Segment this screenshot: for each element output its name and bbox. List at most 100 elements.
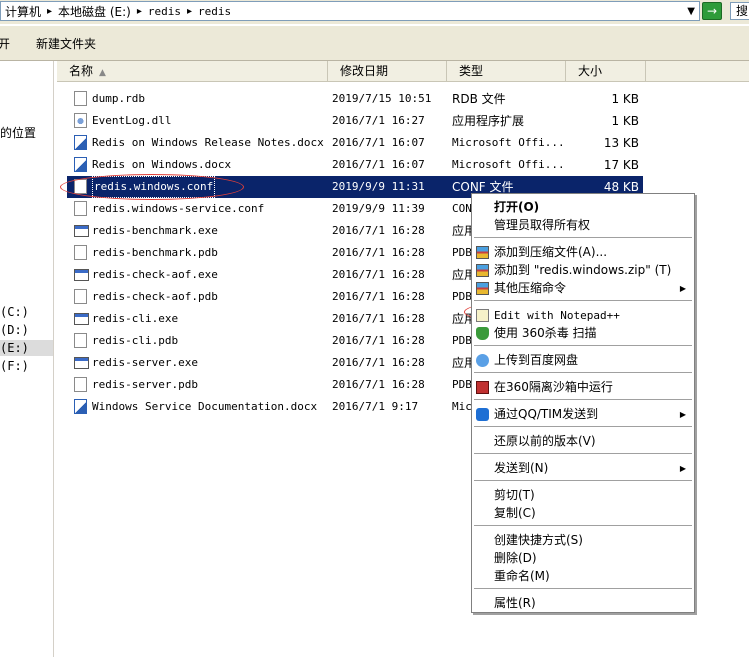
table-row[interactable]: dump.rdb 2019/7/15 10:51 RDB 文件 1 KB [67, 88, 643, 110]
menu-separator [474, 399, 692, 401]
breadcrumb-arrow-icon[interactable]: ▸ [137, 6, 142, 17]
menu-item-rename[interactable]: 重命名(M) [472, 567, 694, 586]
exe-icon [74, 225, 89, 237]
menu-copy-label: 复制(C) [494, 506, 536, 520]
column-size-label: 大小 [578, 64, 603, 78]
file-icon [74, 377, 87, 392]
table-row[interactable]: EventLog.dll 2016/7/1 16:27 应用程序扩展 1 KB [67, 110, 643, 132]
open-button[interactable]: 开 [0, 35, 16, 52]
context-menu: 打开(O) 管理员取得所有权 添加到压缩文件(A)... 添加到 "redis.… [471, 193, 695, 613]
file-size: 1 KB [611, 114, 639, 128]
file-date: 2016/7/1 16:28 [332, 290, 425, 303]
menu-shortcut-label: 创建快捷方式(S) [494, 533, 583, 547]
submenu-arrow-icon: ▶ [679, 464, 686, 473]
toolbar: 开 新建文件夹 [0, 26, 749, 61]
refresh-button[interactable]: → [702, 2, 722, 20]
file-name: EventLog.dll [92, 114, 172, 127]
winrar-icon [476, 246, 489, 259]
menu-scan-label: 使用 360杀毒 扫描 [494, 326, 597, 340]
menu-item-create-shortcut[interactable]: 创建快捷方式(S) [472, 531, 694, 550]
column-type[interactable]: 类型 [447, 61, 566, 81]
menu-restore-label: 还原以前的版本(V) [494, 434, 596, 448]
file-type: Microsoft Offi... [452, 158, 565, 171]
menu-item-upload-baidu[interactable]: 上传到百度网盘 [472, 351, 694, 370]
winrar-icon [476, 282, 489, 295]
file-date: 2016/7/1 16:28 [332, 334, 425, 347]
column-date[interactable]: 修改日期 [328, 61, 447, 81]
menu-item-open[interactable]: 打开(O) [472, 198, 694, 217]
file-date: 2016/7/1 16:28 [332, 378, 425, 391]
chevron-down-icon[interactable]: ▼ [687, 6, 695, 17]
breadcrumb-arrow-icon[interactable]: ▸ [47, 6, 52, 17]
menu-item-cut[interactable]: 剪切(T) [472, 486, 694, 505]
menu-item-add-zip[interactable]: 添加到 "redis.windows.zip" (T) [472, 261, 694, 280]
menu-separator [474, 525, 692, 527]
menu-item-delete[interactable]: 删除(D) [472, 549, 694, 568]
menu-properties-label: 属性(R) [494, 596, 536, 610]
table-row[interactable]: Redis on Windows.docx 2016/7/1 16:07 Mic… [67, 154, 643, 176]
breadcrumb-drive[interactable]: 本地磁盘 (E:) [58, 3, 131, 20]
menu-item-edit-notepadpp[interactable]: Edit with Notepad++ [472, 306, 694, 325]
file-name: redis-check-aof.pdb [92, 290, 218, 303]
menu-item-send-qq[interactable]: 通过QQ/TIM发送到 ▶ [472, 405, 694, 424]
menu-separator [474, 300, 692, 302]
notepadpp-icon [476, 309, 489, 322]
file-type: PDB [452, 378, 472, 391]
shield-icon [476, 327, 489, 340]
menu-item-sandbox[interactable]: 在360隔离沙箱中运行 [472, 378, 694, 397]
menu-separator [474, 588, 692, 590]
file-icon [74, 289, 87, 304]
column-name[interactable]: 名称 ▲ [57, 61, 328, 81]
menu-item-send-to[interactable]: 发送到(N) ▶ [472, 459, 694, 478]
search-input[interactable]: 搜 [730, 2, 749, 20]
menu-ownership-label: 管理员取得所有权 [494, 218, 591, 232]
menu-item-add-archive[interactable]: 添加到压缩文件(A)... [472, 243, 694, 262]
column-size[interactable]: 大小 [566, 61, 646, 81]
menu-item-properties[interactable]: 属性(R) [472, 594, 694, 613]
file-icon [74, 333, 87, 348]
menu-cut-label: 剪切(T) [494, 488, 535, 502]
file-icon [74, 179, 87, 194]
breadcrumb-redis[interactable]: redis [148, 5, 181, 18]
menu-item-take-ownership[interactable]: 管理员取得所有权 [472, 216, 694, 235]
file-type: PDB [452, 290, 472, 303]
nav-item-drive-c[interactable]: (C:) [0, 305, 29, 319]
table-row[interactable]: Redis on Windows Release Notes.docx 2016… [67, 132, 643, 154]
file-type: PDB [452, 334, 472, 347]
menu-rename-label: 重命名(M) [494, 569, 550, 583]
navigation-pane: 的位置 (C:) (D:) (E:) (F:) [0, 61, 54, 657]
nav-item-drive-e[interactable]: (E:) [0, 341, 29, 355]
menu-separator [474, 426, 692, 428]
file-icon [74, 91, 87, 106]
menu-item-other-compress[interactable]: 其他压缩命令 ▶ [472, 279, 694, 298]
column-date-label: 修改日期 [340, 64, 389, 78]
nav-item-drive-d[interactable]: (D:) [0, 323, 29, 337]
menu-edit-npp-label: Edit with Notepad++ [494, 309, 620, 322]
address-box[interactable]: 计算机 ▸ 本地磁盘 (E:) ▸ redis ▸ redis ▼ [0, 1, 700, 21]
menu-other-compress-label: 其他压缩命令 [494, 281, 567, 295]
breadcrumb-arrow-icon[interactable]: ▸ [187, 6, 192, 17]
file-date: 2016/7/1 9:17 [332, 400, 419, 413]
word-icon [74, 135, 87, 150]
file-name: redis-check-aof.exe [92, 268, 218, 281]
menu-item-scan-360[interactable]: 使用 360杀毒 扫描 [472, 324, 694, 343]
nav-item-places[interactable]: 的位置 [0, 124, 36, 141]
column-type-label: 类型 [459, 64, 484, 78]
menu-item-copy[interactable]: 复制(C) [472, 504, 694, 523]
file-size: 1 KB [611, 92, 639, 106]
menu-item-restore[interactable]: 还原以前的版本(V) [472, 432, 694, 451]
nav-item-drive-f[interactable]: (F:) [0, 359, 29, 373]
file-name: dump.rdb [92, 92, 145, 105]
winrar-icon [476, 264, 489, 277]
new-folder-button[interactable]: 新建文件夹 [30, 35, 102, 52]
menu-separator [474, 237, 692, 239]
menu-separator [474, 345, 692, 347]
exe-icon [74, 269, 89, 281]
file-name: redis.windows.conf [92, 176, 216, 198]
breadcrumb-computer[interactable]: 计算机 [5, 3, 41, 20]
file-date: 2016/7/1 16:07 [332, 136, 425, 149]
breadcrumb-redis-sub[interactable]: redis [198, 5, 231, 18]
cloud-icon [476, 354, 489, 367]
menu-send-to-label: 发送到(N) [494, 461, 549, 475]
menu-add-zip-label: 添加到 "redis.windows.zip" (T) [494, 263, 672, 277]
